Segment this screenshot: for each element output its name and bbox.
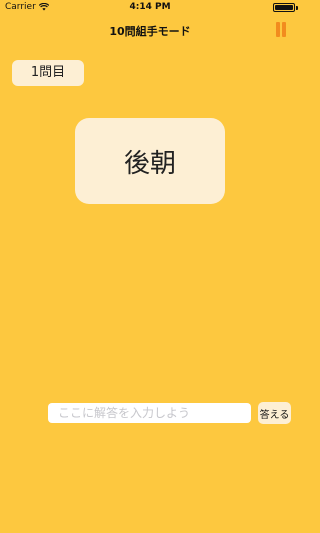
status-bar: Carrier 4:14 PM [0,0,300,14]
question-number-badge: 1問目 [12,60,84,86]
pause-button[interactable] [274,22,288,38]
nav-bar: 10問組手モード [0,14,300,46]
battery-icon [273,3,295,12]
battery-tip [296,6,298,10]
question-card: 後朝 [75,118,225,204]
answer-input[interactable] [48,403,251,423]
question-text: 後朝 [123,148,176,179]
page-title: 10問組手モード [109,25,191,38]
submit-answer-button[interactable]: 答える [258,402,291,424]
pause-icon [276,22,280,37]
status-time: 4:14 PM [129,2,171,12]
